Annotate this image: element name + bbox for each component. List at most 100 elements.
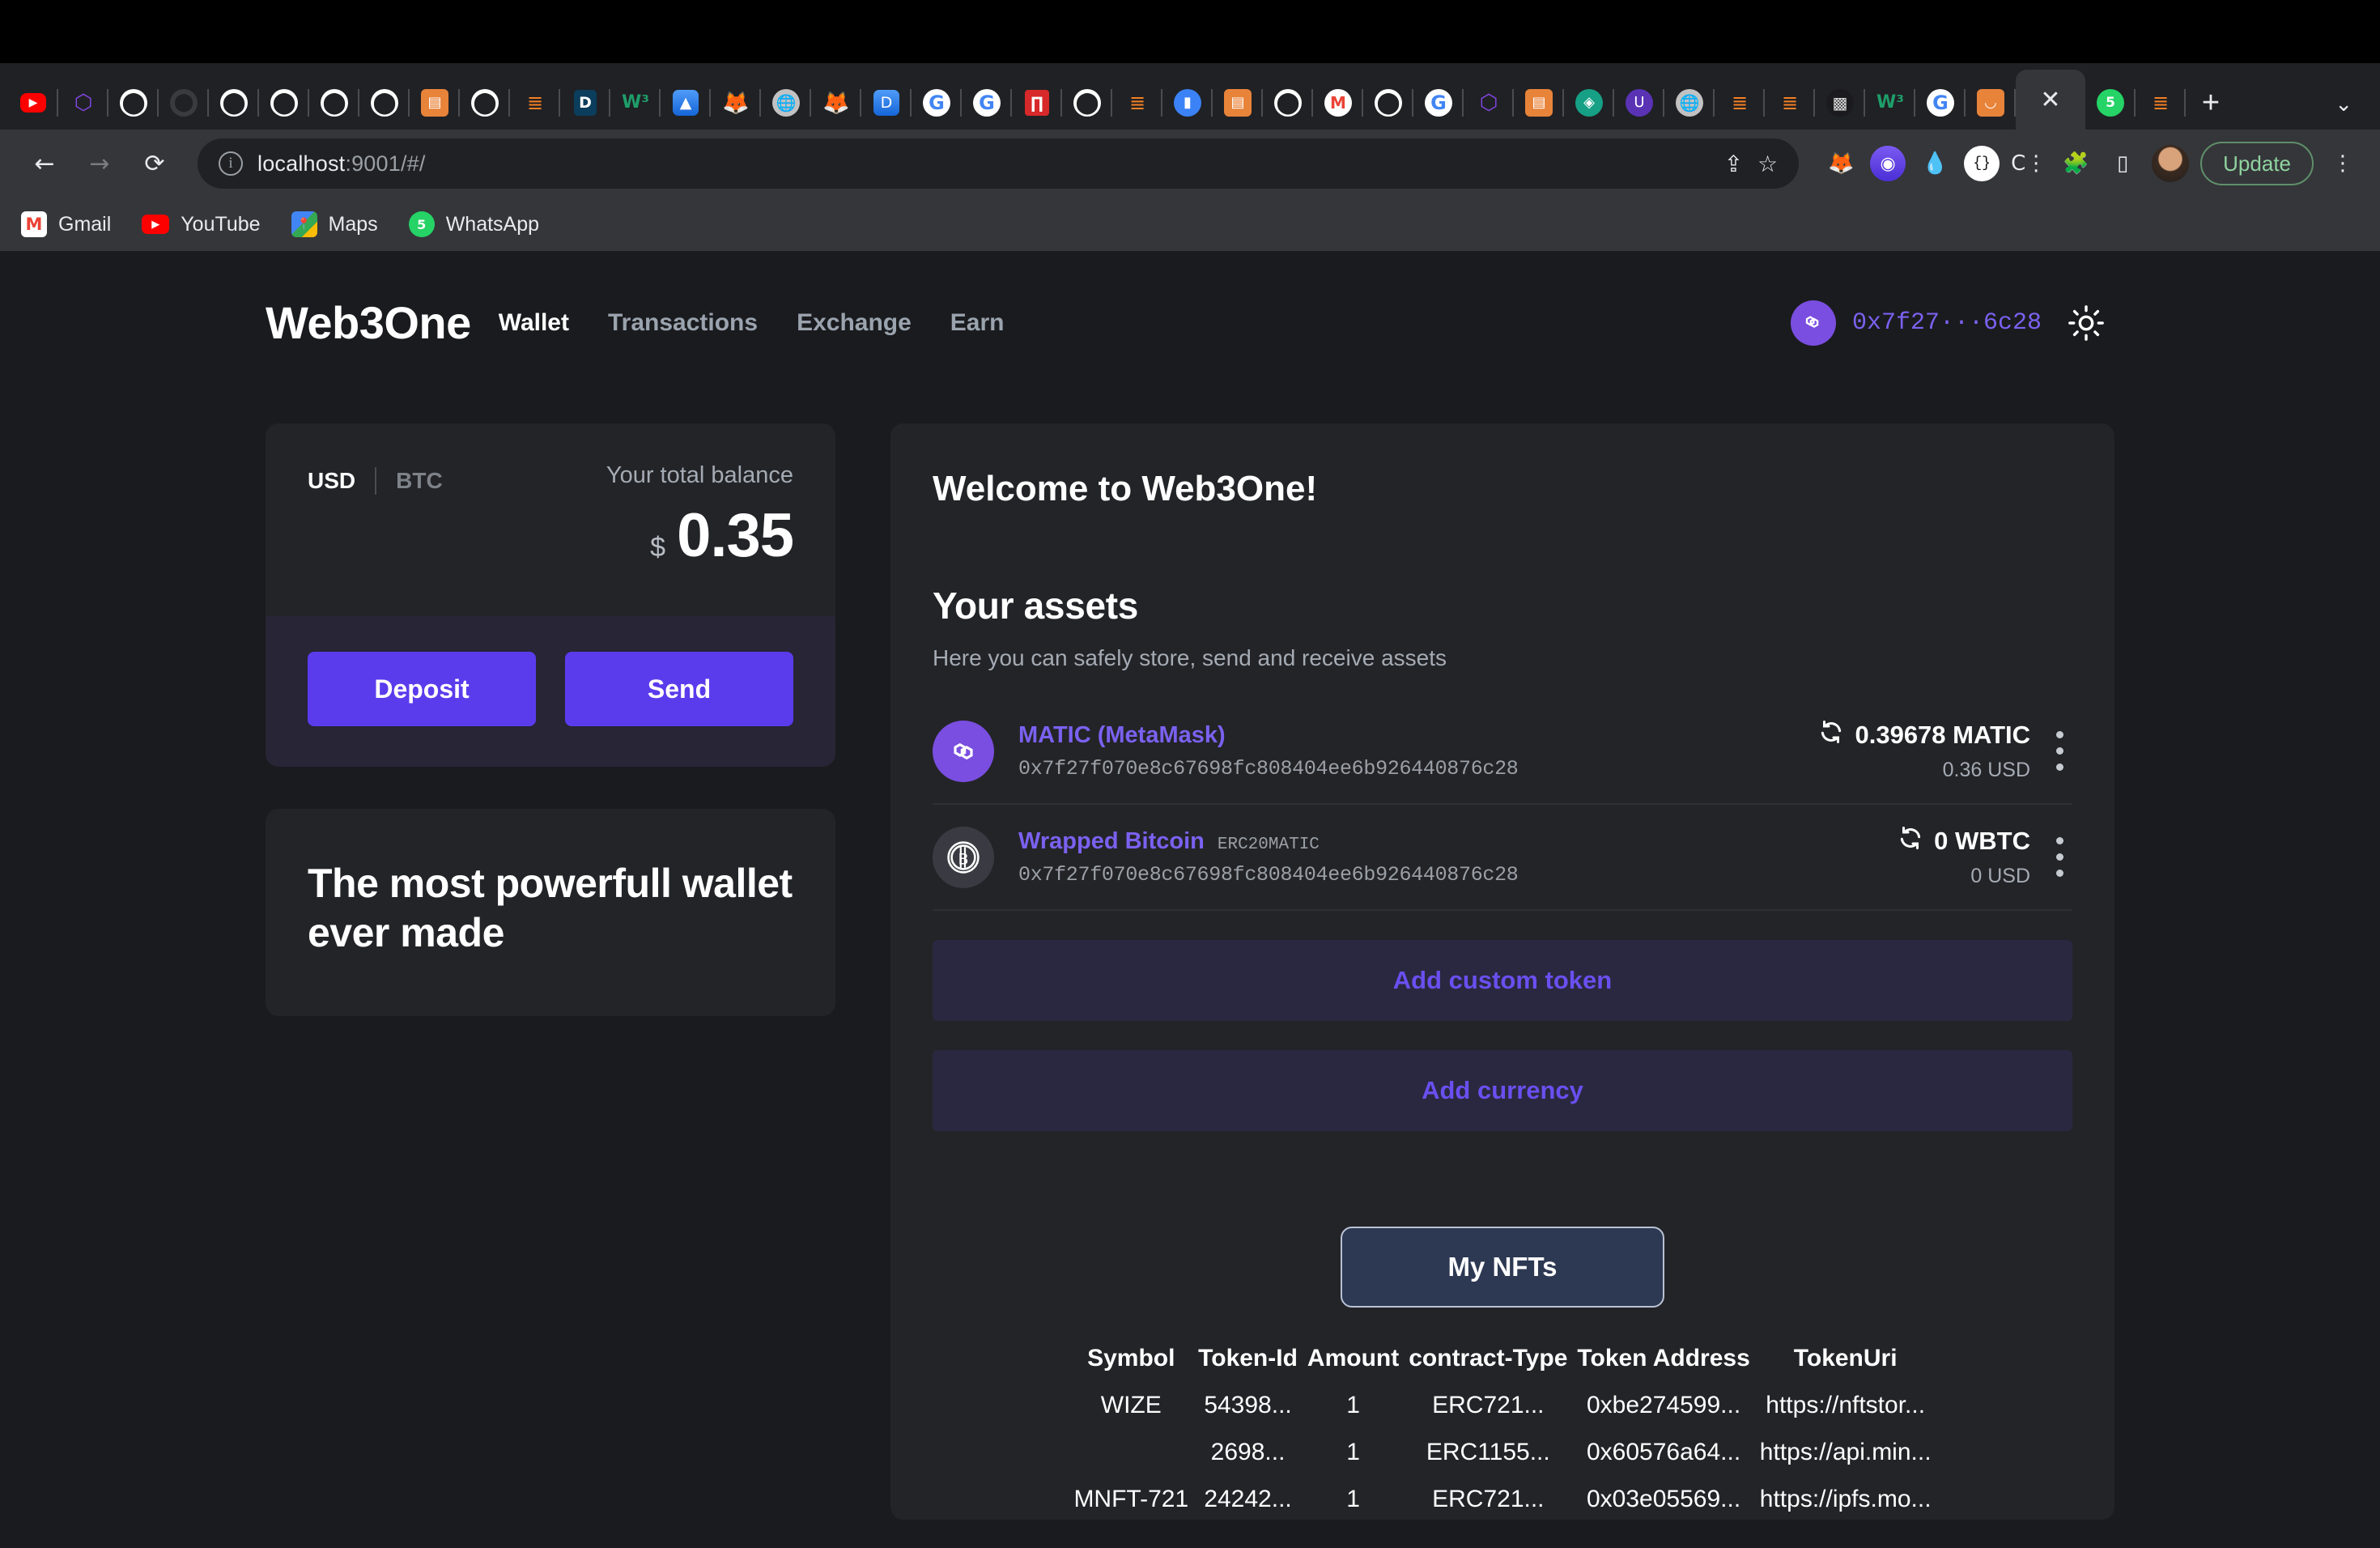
currency-btc[interactable]: BTC: [396, 468, 443, 494]
tab-uniswap[interactable]: U: [1614, 76, 1664, 130]
refresh-icon[interactable]: [1819, 720, 1843, 751]
tab-google-3[interactable]: G: [1413, 76, 1464, 130]
water-drop-extension-icon[interactable]: 💧: [1917, 146, 1953, 181]
asset-address[interactable]: 0x7f27f070e8c67698fc808404ee6b926440876c…: [1018, 757, 1519, 780]
asset-name[interactable]: Wrapped Bitcoin: [1018, 828, 1205, 855]
phantom-extension-icon[interactable]: ◉: [1870, 146, 1906, 181]
nav-item-exchange[interactable]: Exchange: [797, 309, 912, 337]
tab-dapp[interactable]: D: [861, 76, 912, 130]
bookmark-whatsapp[interactable]: 5 WhatsApp: [408, 211, 539, 237]
tab-github-7[interactable]: ⬤: [1062, 76, 1112, 130]
site-info-icon[interactable]: i: [219, 151, 243, 176]
tab-github-6[interactable]: ⬤: [460, 76, 510, 130]
side-panel-icon[interactable]: ▯: [2105, 146, 2140, 181]
asset-more-options-icon[interactable]: [2053, 731, 2066, 771]
braces-circle-extension-icon[interactable]: {}: [1964, 146, 2000, 181]
tab-google-2[interactable]: G: [962, 76, 1012, 130]
tab-github-1[interactable]: ⬤: [108, 76, 159, 130]
bookmark-youtube[interactable]: ▶ YouTube: [142, 213, 261, 236]
nav-item-transactions[interactable]: Transactions: [608, 309, 758, 337]
google-icon: G: [1425, 89, 1452, 117]
tab-youtube[interactable]: ▶: [8, 76, 58, 130]
tab-polygon-2[interactable]: ⬡: [1464, 76, 1514, 130]
bookmark-gmail[interactable]: M Gmail: [21, 211, 111, 237]
tab-opensea[interactable]: ◈: [1564, 76, 1614, 130]
tab-globe[interactable]: 🌐: [761, 76, 811, 130]
nft-cell: MNFT-721: [1073, 1486, 1189, 1512]
tab-github-8[interactable]: ⬤: [1263, 76, 1313, 130]
reload-button[interactable]: ⟳: [130, 138, 180, 189]
tab-globe-2[interactable]: 🌐: [1664, 76, 1715, 130]
deposit-button[interactable]: Deposit: [308, 652, 536, 726]
tab-w3schools[interactable]: W³: [610, 76, 661, 130]
browser-menu-icon[interactable]: ⋮: [2325, 146, 2361, 181]
close-tab-icon[interactable]: ✕: [2040, 86, 2060, 114]
tab-github-4[interactable]: ⬤: [309, 76, 359, 130]
tab-stackoverflow-5[interactable]: ≣: [2136, 76, 2186, 130]
wallet-icon: ▤: [421, 89, 448, 117]
tab-google-4[interactable]: G: [1915, 76, 1966, 130]
update-button[interactable]: Update: [2200, 142, 2314, 185]
tab-wallet[interactable]: ▤: [410, 76, 460, 130]
tab-whatsapp[interactable]: 5: [2085, 76, 2136, 130]
my-nfts-button[interactable]: My NFTs: [1341, 1227, 1664, 1308]
metamask-extension-icon[interactable]: 🦊: [1823, 146, 1859, 181]
tab-metamask-2[interactable]: 🦊: [811, 76, 861, 130]
refresh-icon[interactable]: [1898, 826, 1923, 857]
tab-google-1[interactable]: G: [912, 76, 962, 130]
nav-item-wallet[interactable]: Wallet: [499, 309, 569, 337]
new-tab-button[interactable]: +: [2186, 76, 2236, 130]
tab-stackoverflow-1[interactable]: ≣: [510, 76, 560, 130]
add-custom-token-button[interactable]: Add custom token: [933, 940, 2072, 1021]
tab-blue-app[interactable]: ▲: [661, 76, 711, 130]
currency-toggle[interactable]: USD BTC: [308, 462, 443, 495]
tab-stackoverflow-2[interactable]: ≣: [1112, 76, 1162, 130]
nft-table-row[interactable]: WIZE 54398... 1 ERC721... 0xbe274599... https…: [1069, 1379, 1936, 1426]
tab-notification[interactable]: ▮: [1162, 76, 1213, 130]
account-address[interactable]: 0x7f27···6c28: [1852, 309, 2042, 337]
share-icon[interactable]: ⇪: [1724, 151, 1743, 177]
bookmark-star-icon[interactable]: ☆: [1757, 151, 1778, 177]
tab-active-web3one[interactable]: ✕: [2016, 70, 2085, 130]
back-button[interactable]: ←: [19, 138, 70, 189]
tab-github-9[interactable]: ⬤: [1363, 76, 1413, 130]
profile-avatar[interactable]: [2152, 145, 2190, 182]
send-button[interactable]: Send: [565, 652, 793, 726]
bookmark-maps[interactable]: 📍 Maps: [291, 211, 378, 237]
tab-stackoverflow-3[interactable]: ≣: [1715, 76, 1765, 130]
tab-dark-app[interactable]: ▩: [1815, 76, 1865, 130]
asset-name[interactable]: MATIC (MetaMask): [1018, 722, 1226, 749]
forward-button[interactable]: →: [74, 138, 125, 189]
tab-github-3[interactable]: ⬤: [259, 76, 309, 130]
sun-icon[interactable]: [2068, 304, 2105, 342]
asset-row[interactable]: B Wrapped Bitcoin ERC20MATIC 0x7f27f070e8c6…: [933, 805, 2072, 911]
tab-stackoverflow-4[interactable]: ≣: [1765, 76, 1815, 130]
nft-table-row[interactable]: 2698... 1 ERC1155... 0x60576a64... https://a…: [1069, 1426, 1936, 1473]
c-extension-icon[interactable]: C⋮: [2011, 146, 2046, 181]
app-logo[interactable]: Web3One: [266, 296, 471, 349]
tab-w3schools-2[interactable]: W³: [1865, 76, 1915, 130]
asset-more-options-icon[interactable]: [2053, 837, 2066, 877]
tab-wallet-2[interactable]: ▤: [1514, 76, 1564, 130]
currency-usd[interactable]: USD: [308, 468, 355, 494]
tab-polygon[interactable]: ⬡: [58, 76, 108, 130]
account-chip[interactable]: 0x7f27···6c28: [1790, 300, 2042, 346]
tab-github-dim[interactable]: ⬤: [159, 76, 209, 130]
asset-row[interactable]: MATIC (MetaMask) 0x7f27f070e8c67698fc8084…: [933, 699, 2072, 805]
tab-orange-app[interactable]: ▤: [1213, 76, 1263, 130]
tab-red-app[interactable]: ∏: [1012, 76, 1062, 130]
tab-metamask-1[interactable]: 🦊: [711, 76, 761, 130]
tab-gmail[interactable]: M: [1313, 76, 1363, 130]
tab-d-site[interactable]: D: [560, 76, 610, 130]
puzzle-extensions-icon[interactable]: 🧩: [2058, 146, 2093, 181]
add-currency-button[interactable]: Add currency: [933, 1050, 2072, 1131]
nav-item-earn[interactable]: Earn: [950, 309, 1005, 337]
tab-github-5[interactable]: ⬤: [359, 76, 410, 130]
nft-cell: https://ipfs.mo...: [1759, 1486, 1932, 1512]
tab-github-2[interactable]: ⬤: [209, 76, 259, 130]
tab-search-chevron-down-icon[interactable]: ⌄: [2335, 91, 2372, 130]
tab-tongue-app[interactable]: ◡: [1966, 76, 2016, 130]
address-bar[interactable]: i localhost:9001/#/ ⇪ ☆: [198, 138, 1800, 189]
nft-table-row[interactable]: MNFT-721 24242... 1 ERC721... 0x03e05569... h…: [1069, 1473, 1936, 1520]
asset-address[interactable]: 0x7f27f070e8c67698fc808404ee6b926440876c…: [1018, 863, 1519, 887]
